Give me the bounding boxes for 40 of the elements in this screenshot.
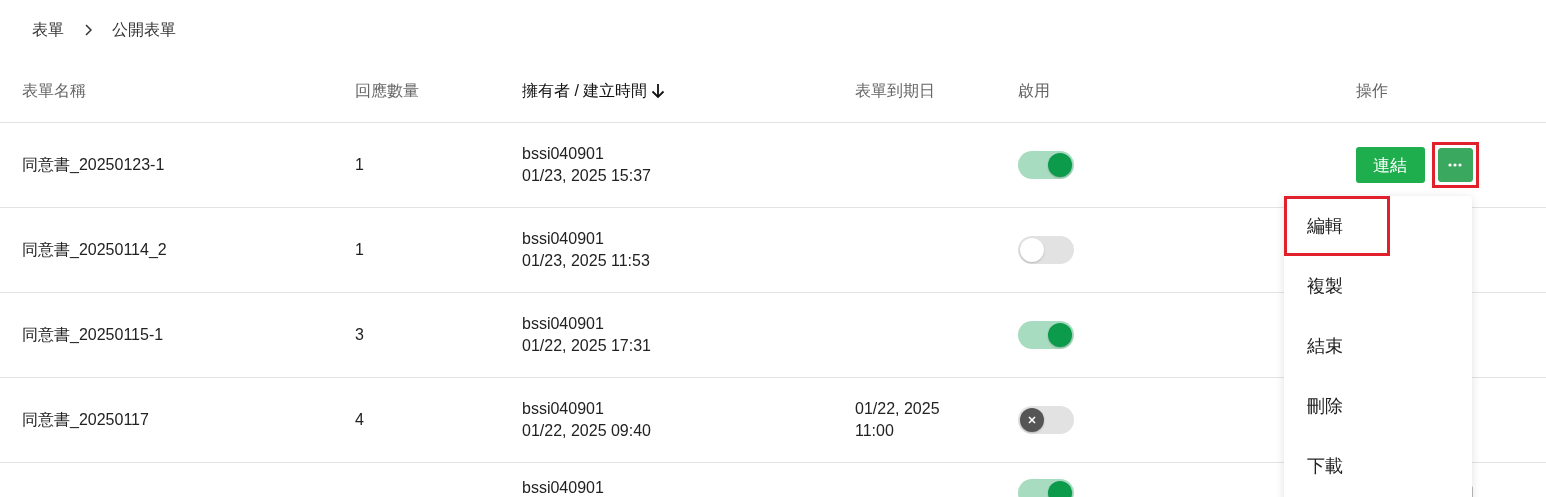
form-name: 同意書_20250114_2 [22,239,167,260]
due-date: 01/22, 2025 [855,400,940,418]
menu-item[interactable]: 結束 [1284,316,1390,376]
form-name: 同意書_20250117 [22,409,149,430]
toggle-switch[interactable] [1018,321,1074,349]
owner-name: bssi040901 [522,230,604,248]
menu-item[interactable]: 下載 [1284,436,1390,496]
column-header[interactable]: 啟用 [1018,80,1050,102]
chevron-right-icon [84,24,92,36]
owner-name: bssi040901 [522,400,604,418]
toggle-switch[interactable] [1018,236,1074,264]
more-button[interactable] [1437,148,1473,182]
column-header[interactable]: 表單名稱 [22,80,86,102]
response-count: 1 [355,241,364,259]
column-header[interactable]: 回應數量 [355,80,419,102]
created-time: 01/23, 2025 11:53 [522,252,650,270]
created-time: 01/22, 2025 17:31 [522,337,651,355]
close-icon [1027,415,1037,425]
response-count: 4 [355,411,364,429]
form-name: 同意書_20250115-1 [22,324,164,345]
menu-item[interactable]: 複製 [1284,256,1390,316]
response-count: 1 [355,156,364,174]
breadcrumb-item: 公開表單 [112,19,176,40]
owner-name: bssi040901 [522,315,604,333]
due-time: 11:00 [855,422,894,440]
created-time: 01/23, 2025 15:37 [522,167,651,185]
column-header[interactable]: 擁有者 / 建立時間 [522,80,648,102]
sort-arrow-down-icon[interactable] [651,83,666,99]
menu-item[interactable]: 編輯 [1284,196,1390,256]
toggle-switch[interactable] [1018,151,1074,179]
breadcrumb-item[interactable]: 表單 [32,19,64,41]
created-time: 01/22, 2025 09:40 [522,422,651,440]
menu-item[interactable]: 刪除 [1284,376,1390,436]
column-header[interactable]: 表單到期日 [855,80,935,102]
response-count: 3 [355,326,364,344]
form-name: 同意書_20250123-1 [22,154,165,175]
owner-name: bssi040901 [522,145,604,163]
more-dots-icon [1448,163,1462,167]
column-header[interactable]: 操作 [1356,80,1388,102]
owner-name: bssi040901 [522,479,604,497]
